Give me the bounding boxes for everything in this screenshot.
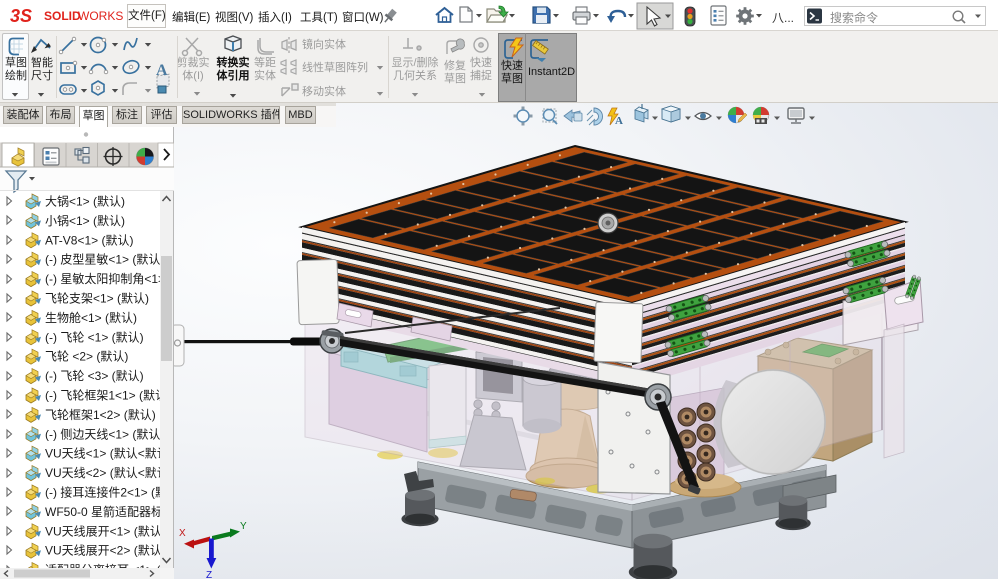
svg-text:WF50-0 星箭适配器标: WF50-0 星箭适配器标 (45, 504, 163, 519)
svg-text:飞轮 <2> (默认): 飞轮 <2> (默认) (45, 349, 128, 364)
svg-text:AT-V8<1> (默认): AT-V8<1> (默认) (45, 232, 133, 247)
svg-text:飞轮支架<1> (默认): 飞轮支架<1> (默认) (45, 291, 149, 306)
svg-text:VU天线<2> (默认<默认: VU天线<2> (默认<默认 (45, 465, 169, 480)
svg-text:大锅<1> (默认): 大锅<1> (默认) (45, 194, 125, 209)
svg-text:(-) 飞轮 <1> (默认): (-) 飞轮 <1> (默认) (45, 329, 144, 344)
svg-text:VU天线展开<1> (默认): VU天线展开<1> (默认) (45, 523, 166, 538)
svg-text:(-) 星敏太阳抑制角<1>: (-) 星敏太阳抑制角<1> (45, 271, 165, 286)
svg-text:SOLID: SOLID (44, 9, 81, 23)
svg-text:(-) 接耳连接件2<1> (默: (-) 接耳连接件2<1> (默 (45, 485, 167, 500)
svg-text:飞轮框架1<2> (默认): 飞轮框架1<2> (默认) (45, 407, 156, 422)
svg-text:(-) 飞轮框架1<1> (默认: (-) 飞轮框架1<1> (默认 (45, 388, 167, 403)
svg-text:生物舱<1> (默认): 生物舱<1> (默认) (45, 310, 137, 325)
svg-text:Z: Z (206, 570, 212, 579)
svg-text:A: A (615, 115, 623, 127)
svg-text:WORKS: WORKS (78, 9, 123, 23)
svg-text:(-) 皮型星敏<1> (默认): (-) 皮型星敏<1> (默认) (45, 252, 164, 267)
svg-text:Y: Y (240, 521, 247, 532)
svg-text:VU天线<1> (默认<默认: VU天线<1> (默认<默认 (45, 446, 169, 461)
svg-text:3S: 3S (10, 6, 32, 26)
svg-text:(-) 侧边天线<1> (默认): (-) 侧边天线<1> (默认) (45, 426, 164, 441)
svg-text:VU天线展开<2> (默认): VU天线展开<2> (默认) (45, 543, 166, 558)
svg-text:A: A (156, 62, 168, 79)
svg-text:小锅<1> (默认): 小锅<1> (默认) (45, 213, 125, 228)
svg-text:X: X (179, 528, 186, 539)
svg-text:(-) 飞轮 <3> (默认): (-) 飞轮 <3> (默认) (45, 368, 144, 383)
